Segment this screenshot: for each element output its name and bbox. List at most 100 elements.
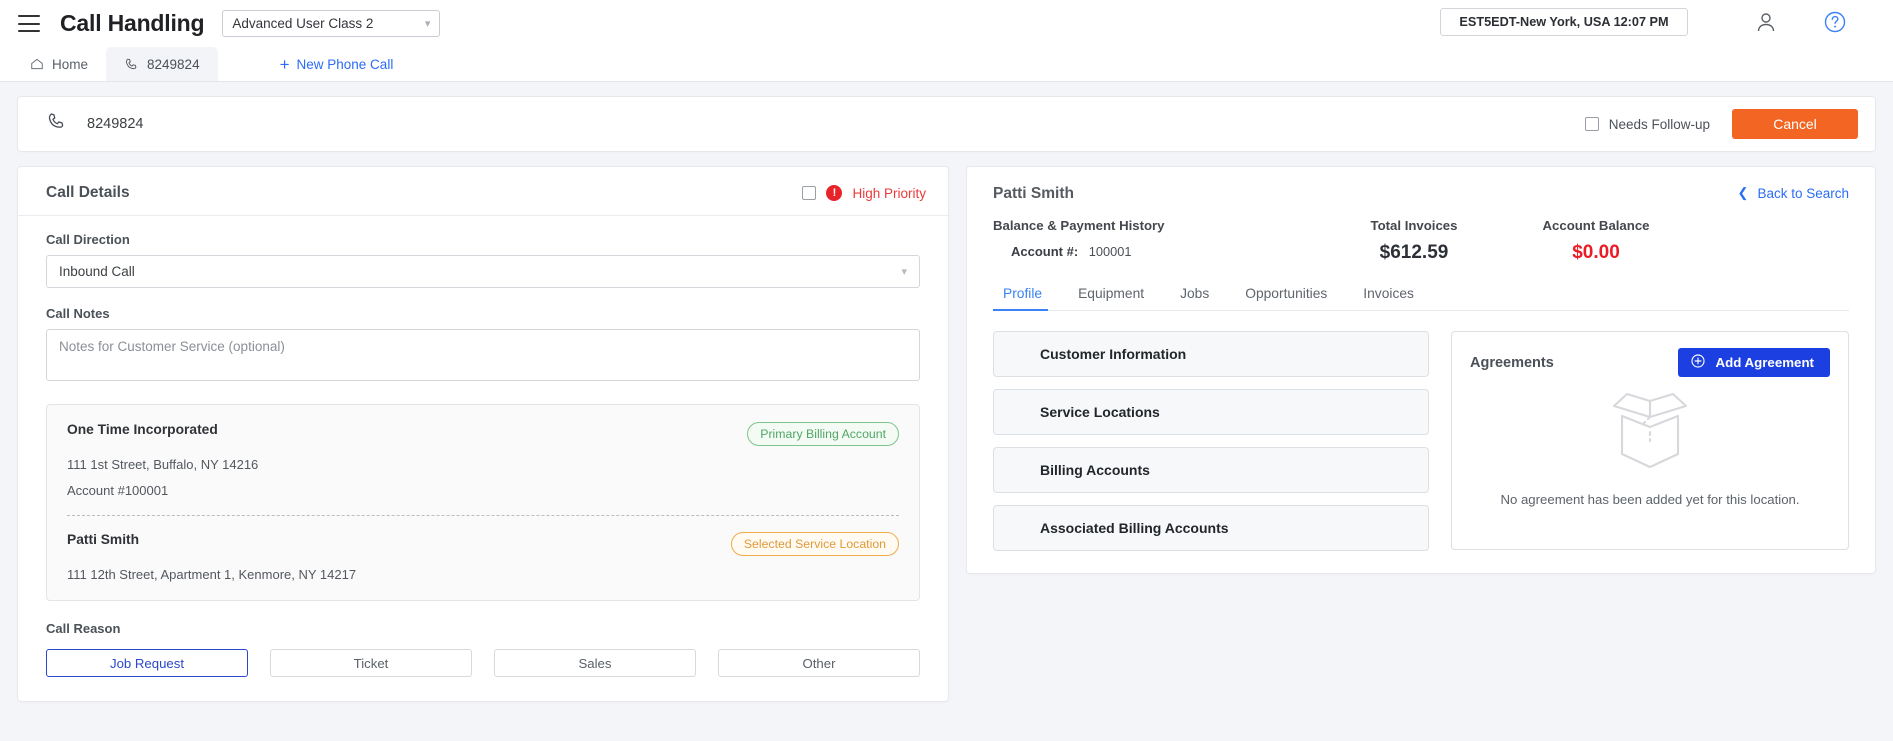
new-phone-call-button[interactable]: + New Phone Call [280, 47, 394, 81]
company-account-number: Account #100001 [67, 483, 169, 498]
user-icon[interactable] [1754, 10, 1778, 39]
open-box-icon [1598, 392, 1702, 485]
help-icon[interactable] [1823, 10, 1847, 39]
new-phone-call-label: New Phone Call [296, 56, 394, 72]
company-address: 111 1st Street, Buffalo, NY 14216 [67, 457, 259, 472]
account-balance-col: Account Balance $0.00 [1505, 218, 1687, 264]
call-direction-value: Inbound Call [59, 264, 135, 279]
account-balance-label: Account Balance [1542, 218, 1650, 233]
customer-panel-header: Patti Smith ❮ Back to Search [993, 185, 1849, 203]
agreements-empty-text: No agreement has been added yet for this… [1500, 492, 1800, 507]
high-priority-checkbox[interactable] [802, 186, 817, 200]
back-to-search-link[interactable]: ❮ Back to Search [1738, 185, 1849, 201]
call-bar-region: 8249824 Needs Follow-up Cancel [0, 82, 1893, 152]
tab-invoices[interactable]: Invoices [1345, 286, 1432, 310]
call-reason-job-request[interactable]: Job Request [46, 649, 248, 677]
needs-follow-up-checkbox[interactable] [1584, 117, 1599, 131]
call-notes-label: Call Notes [46, 306, 110, 321]
call-reason-sales[interactable]: Sales [494, 649, 696, 677]
primary-billing-account-badge: Primary Billing Account [747, 422, 899, 446]
tab-profile[interactable]: Profile [993, 286, 1060, 311]
user-class-value: Advanced User Class 2 [232, 16, 374, 31]
plus-circle-icon [1690, 353, 1706, 372]
agreements-empty-state: No agreement has been added yet for this… [1470, 383, 1830, 507]
app-header: Call Handling Advanced User Class 2 ▾ ES… [0, 0, 1893, 47]
call-reason-options: Job Request Ticket Sales Other [46, 649, 920, 677]
account-number-label: Account #: [1011, 244, 1079, 259]
phone-icon [46, 111, 67, 137]
billing-account-row: One Time Incorporated Primary Billing Ac… [67, 422, 899, 446]
tab-call-label: 8249824 [147, 56, 200, 72]
accordion-billing-accounts[interactable]: Billing Accounts [993, 447, 1429, 493]
cancel-button[interactable]: Cancel [1732, 109, 1858, 139]
customer-tabs: Profile Equipment Jobs Opportunities Inv… [993, 286, 1849, 311]
alert-icon: ! [826, 185, 843, 201]
divider [67, 515, 899, 516]
account-number-value: 100001 [1088, 244, 1132, 259]
page-title: Call Handling [60, 10, 205, 36]
agreements-header: Agreements Add Agreement [1470, 348, 1830, 377]
call-details-header: Call Details ! High Priority [18, 167, 948, 216]
user-class-select[interactable]: Advanced User Class 2 ▾ [222, 10, 441, 37]
accordion-associated-billing-accounts[interactable]: Associated Billing Accounts [993, 505, 1429, 551]
call-details-column: Call Details ! High Priority Call Direct… [17, 166, 949, 702]
chevron-down-icon: ▾ [424, 18, 431, 30]
call-summary-bar: 8249824 Needs Follow-up Cancel [17, 96, 1876, 152]
total-invoices-col: Total Invoices $612.59 [1323, 218, 1505, 264]
service-location-row: Patti Smith Selected Service Location [67, 532, 899, 556]
total-invoices-label: Total Invoices [1370, 218, 1458, 233]
account-summary-card: One Time Incorporated Primary Billing Ac… [46, 404, 920, 601]
tab-opportunities[interactable]: Opportunities [1227, 286, 1345, 310]
call-details-title: Call Details [46, 184, 130, 201]
account-balance-value: $0.00 [1572, 242, 1620, 263]
tab-jobs[interactable]: Jobs [1162, 286, 1227, 310]
call-notes-input[interactable] [46, 329, 920, 381]
chevron-down-icon: ▾ [901, 266, 907, 278]
person-name: Patti Smith [67, 532, 140, 547]
tab-equipment[interactable]: Equipment [1060, 286, 1162, 310]
profile-accordion-list: Customer Information Service Locations B… [993, 331, 1429, 551]
phone-icon [124, 57, 139, 72]
agreements-title: Agreements [1470, 354, 1554, 371]
accordion-service-locations[interactable]: Service Locations [993, 389, 1429, 435]
call-reason-label: Call Reason [46, 621, 121, 636]
browser-tab-strip: Home 8249824 + New Phone Call [0, 47, 1893, 82]
timezone-display[interactable]: EST5EDT-New York, USA 12:07 PM [1440, 8, 1688, 36]
back-to-search-label: Back to Search [1757, 185, 1849, 201]
tab-home[interactable]: Home [12, 47, 106, 81]
call-details-body: Call Direction Inbound Call ▾ Call Notes… [18, 216, 948, 701]
plus-icon: + [279, 54, 290, 74]
balance-history-col: Balance & Payment History Account #: 100… [993, 218, 1323, 259]
call-details-card: Call Details ! High Priority Call Direct… [17, 166, 949, 702]
high-priority-label: High Priority [852, 185, 926, 201]
profile-content: Customer Information Service Locations B… [993, 331, 1849, 551]
call-number: 8249824 [87, 116, 144, 132]
customer-panel-card: Patti Smith ❮ Back to Search Balance & P… [966, 166, 1876, 574]
call-direction-select[interactable]: Inbound Call ▾ [46, 255, 920, 288]
balance-stats: Balance & Payment History Account #: 100… [993, 218, 1849, 264]
home-icon [30, 57, 44, 71]
chevron-left-icon: ❮ [1737, 185, 1749, 200]
selected-service-location-badge: Selected Service Location [730, 532, 899, 556]
customer-name: Patti Smith [993, 185, 1074, 202]
call-direction-label: Call Direction [46, 232, 130, 247]
tab-call-8249824[interactable]: 8249824 [106, 47, 218, 81]
timezone-label: EST5EDT-New York, USA 12:07 PM [1459, 15, 1669, 29]
add-agreement-button[interactable]: Add Agreement [1678, 348, 1830, 377]
needs-follow-up-field[interactable]: Needs Follow-up [1584, 116, 1710, 132]
accordion-customer-information[interactable]: Customer Information [993, 331, 1429, 377]
main-content: Call Details ! High Priority Call Direct… [0, 152, 1893, 702]
total-invoices-value: $612.59 [1379, 242, 1449, 263]
balance-history-label: Balance & Payment History [993, 218, 1165, 233]
hamburger-icon[interactable] [18, 15, 40, 32]
call-reason-ticket[interactable]: Ticket [270, 649, 472, 677]
needs-follow-up-label: Needs Follow-up [1608, 116, 1710, 132]
add-agreement-label: Add Agreement [1715, 355, 1814, 370]
agreements-panel: Agreements Add Agreement No agreement ha… [1451, 331, 1849, 550]
account-number-row: Account #: 100001 [993, 244, 1323, 259]
person-address: 111 12th Street, Apartment 1, Kenmore, N… [67, 567, 357, 582]
high-priority-field[interactable]: ! High Priority [802, 185, 926, 201]
call-reason-other[interactable]: Other [718, 649, 920, 677]
company-name: One Time Incorporated [67, 422, 218, 437]
tab-home-label: Home [52, 56, 89, 72]
